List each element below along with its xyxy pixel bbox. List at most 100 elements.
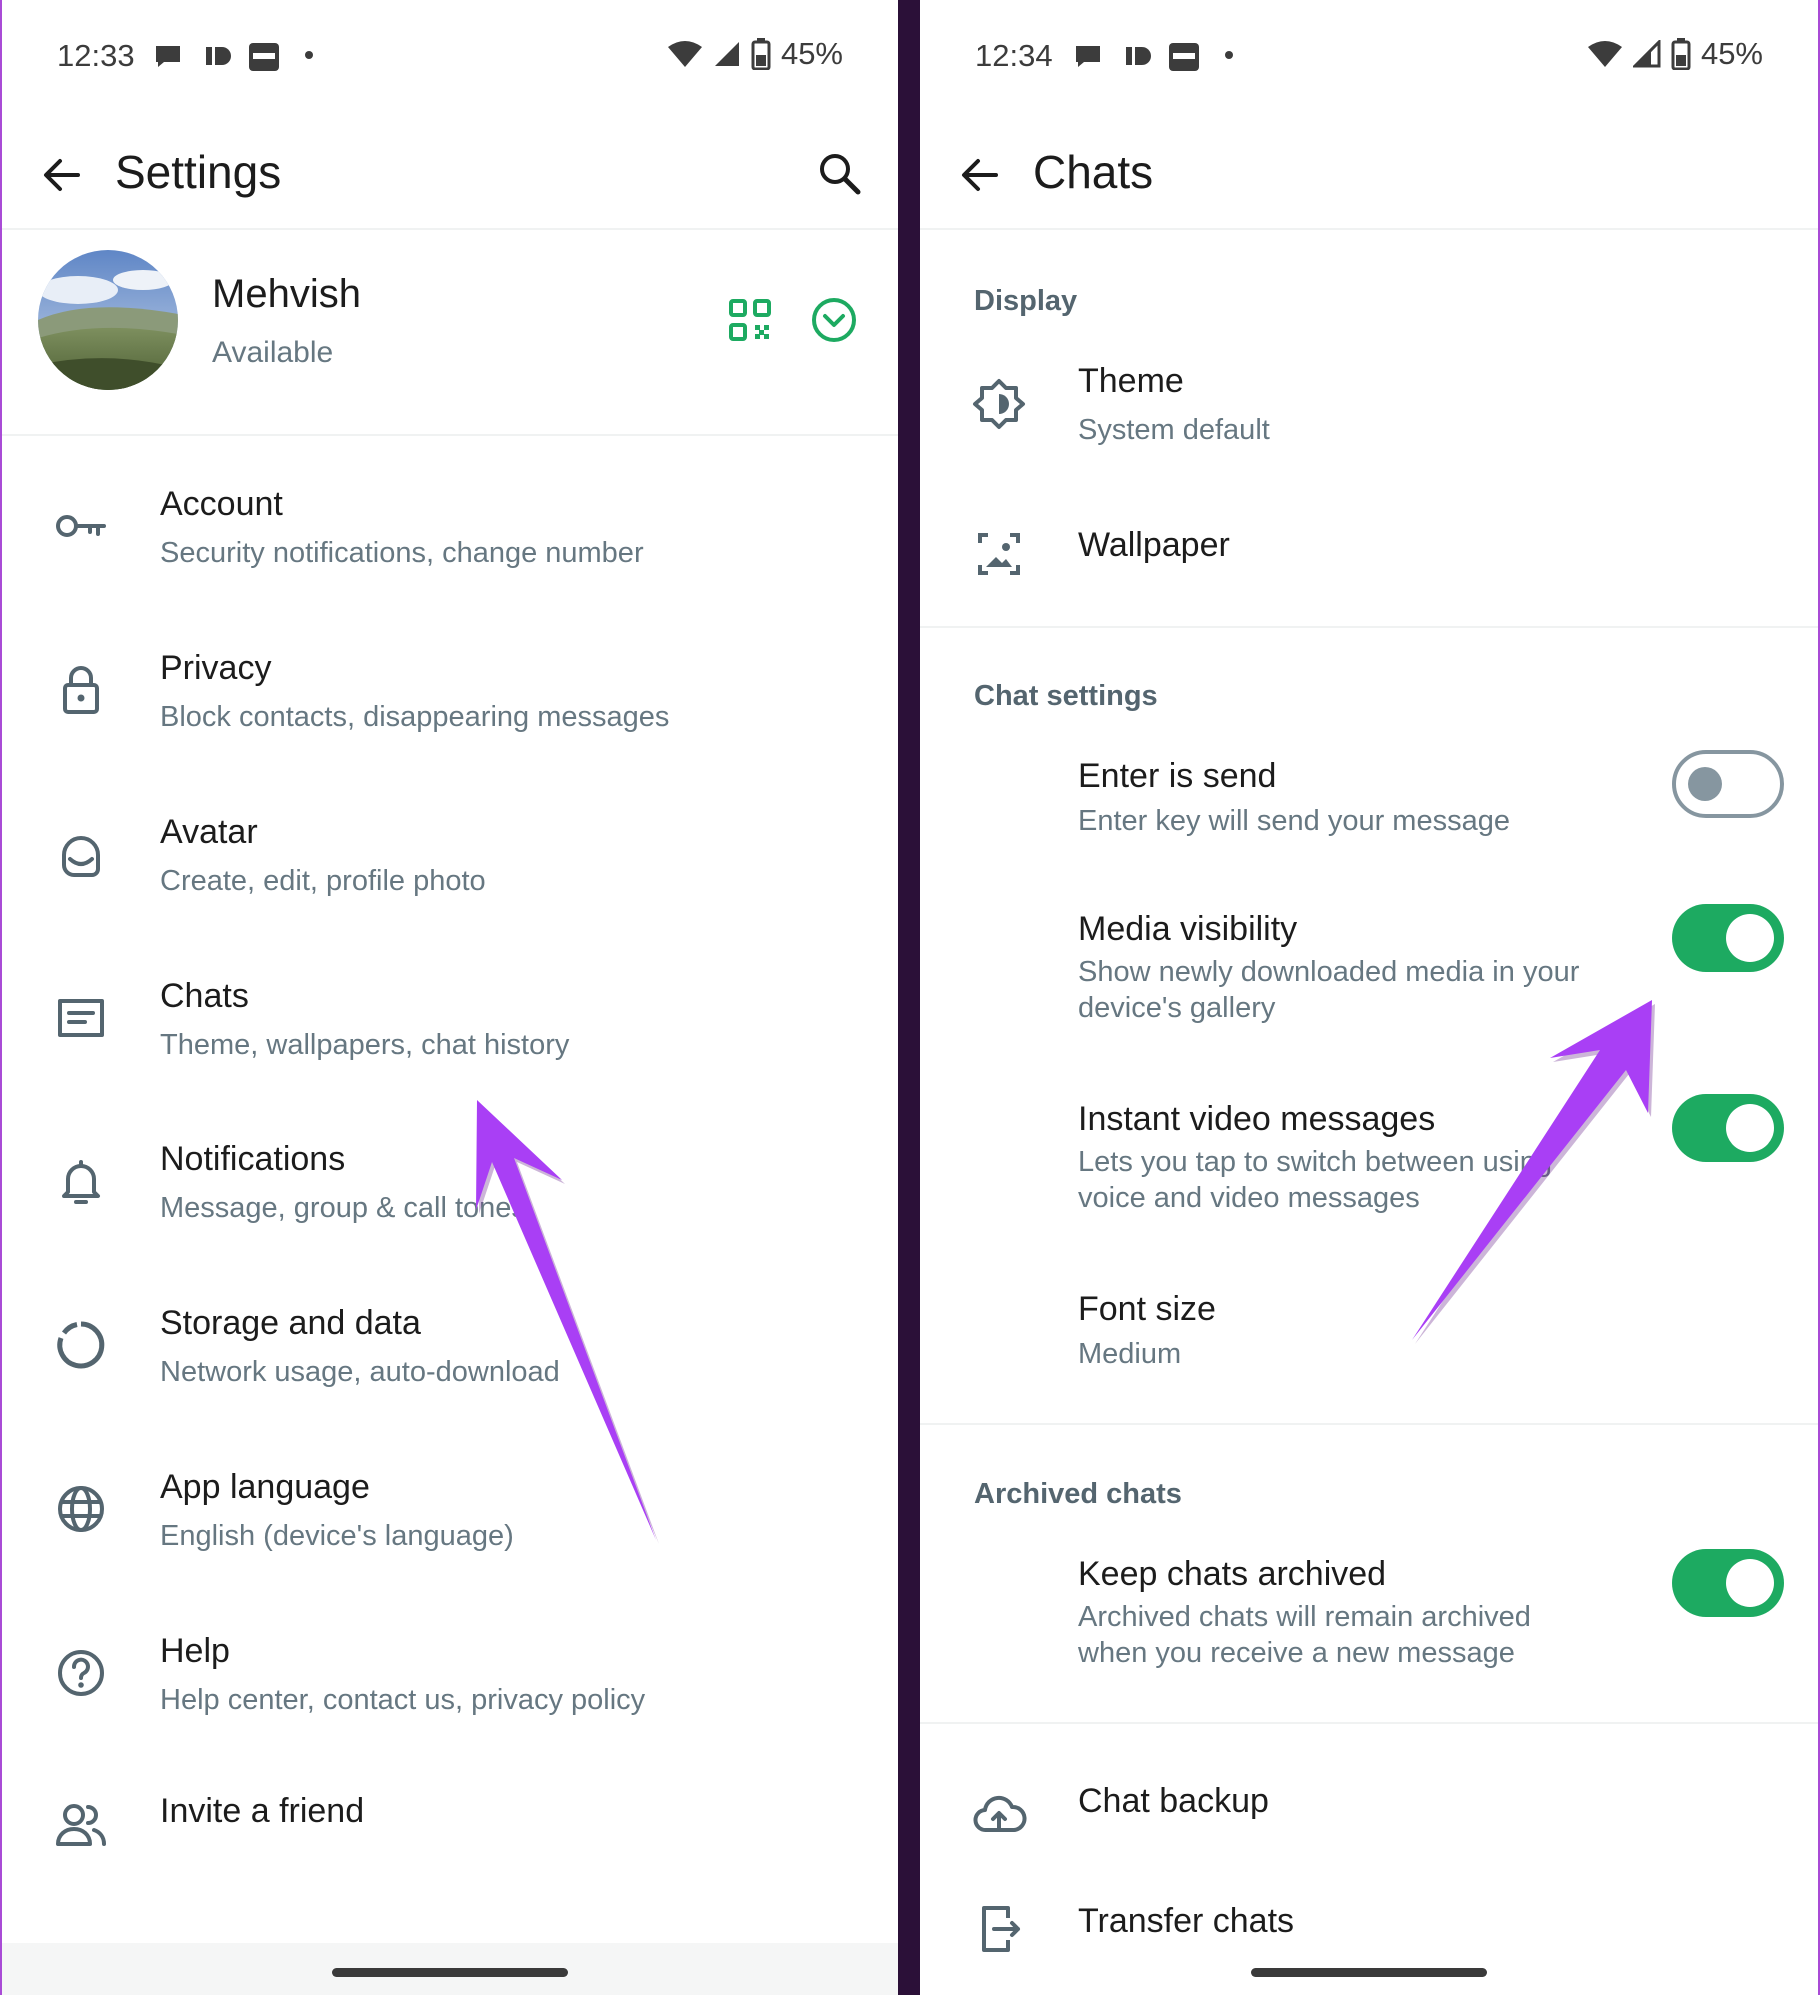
setting-title: Transfer chats xyxy=(1078,1902,1295,1940)
avatar-face-icon xyxy=(62,836,100,877)
theme-brightness-icon xyxy=(973,379,1025,429)
message-notification-icon xyxy=(1076,46,1100,67)
instant-video-toggle[interactable] xyxy=(1672,1094,1784,1162)
chat-icon xyxy=(58,999,104,1037)
setting-subtitle: System default xyxy=(1078,414,1270,446)
back-arrow-icon[interactable] xyxy=(34,147,90,203)
settings-item-title: Help xyxy=(160,1632,230,1670)
setting-subtitle: Enter key will send your message xyxy=(1078,805,1510,837)
settings-item-chats[interactable]: Chats Theme, wallpapers, chat history xyxy=(2,947,898,1097)
chats-settings-screen: 12:34 45% Chats Display Theme System def… xyxy=(920,0,1820,1995)
settings-item-subtitle: Create, edit, profile photo xyxy=(160,865,486,897)
keep-archived-toggle[interactable] xyxy=(1672,1549,1784,1617)
settings-item-subtitle: Network usage, auto-download xyxy=(160,1356,560,1388)
setting-title: Theme xyxy=(1078,362,1184,400)
toggle-knob xyxy=(1726,1104,1774,1152)
settings-item-title: Chats xyxy=(160,977,249,1015)
settings-item-title: Invite a friend xyxy=(160,1792,365,1830)
status-bar: 12:34 45% xyxy=(920,0,1818,110)
setting-keep-chats-archived[interactable]: Keep chats archived Archived chats will … xyxy=(920,1543,1818,1693)
landscape-photo xyxy=(38,250,178,390)
home-indicator[interactable] xyxy=(332,1968,568,1977)
settings-item-title: Notifications xyxy=(160,1140,346,1178)
settings-item-account[interactable]: Account Security notifications, change n… xyxy=(2,455,898,605)
setting-subtitle: Lets you tap to switch between using voi… xyxy=(1078,1146,1552,1214)
setting-title: Keep chats archived xyxy=(1078,1555,1387,1593)
settings-item-help[interactable]: Help Help center, contact us, privacy po… xyxy=(2,1602,898,1752)
status-time: 12:34 xyxy=(975,38,1053,73)
gesture-bar xyxy=(920,1943,1818,1995)
help-icon xyxy=(58,1650,104,1696)
setting-title: Media visibility xyxy=(1078,910,1298,948)
app-bar: Settings xyxy=(2,120,898,230)
paytm-icon xyxy=(249,43,279,71)
chevron-down-circle-icon[interactable] xyxy=(810,296,858,344)
wifi-icon xyxy=(1587,41,1622,67)
people-icon xyxy=(56,1804,106,1846)
wallpaper-icon xyxy=(978,533,1020,575)
settings-item-privacy[interactable]: Privacy Block contacts, disappearing mes… xyxy=(2,619,898,769)
search-icon[interactable] xyxy=(812,146,868,202)
settings-item-subtitle: Help center, contact us, privacy policy xyxy=(160,1684,646,1716)
settings-item-title: App language xyxy=(160,1468,370,1506)
message-notification-icon xyxy=(156,46,180,67)
settings-item-title: Account xyxy=(160,485,283,523)
avatar[interactable] xyxy=(38,250,178,390)
settings-item-subtitle: Block contacts, disappearing messages xyxy=(160,701,670,733)
setting-title: Wallpaper xyxy=(1078,526,1230,564)
qr-code-icon[interactable] xyxy=(728,298,772,342)
setting-enter-is-send[interactable]: Enter is send Enter key will send your m… xyxy=(920,745,1818,865)
setting-theme[interactable]: Theme System default xyxy=(920,350,1818,500)
settings-item-title: Avatar xyxy=(160,813,258,851)
back-arrow-icon[interactable] xyxy=(952,147,1008,203)
gesture-bar xyxy=(2,1943,898,1995)
settings-item-avatar[interactable]: Avatar Create, edit, profile photo xyxy=(2,783,898,933)
app-bar: Chats xyxy=(920,120,1818,230)
battery-percent: 45% xyxy=(780,36,843,71)
profile-header[interactable]: Mehvish Available xyxy=(2,232,898,436)
enter-is-send-toggle[interactable] xyxy=(1672,750,1784,818)
app-notification-icon xyxy=(206,47,231,65)
settings-item-notifications[interactable]: Notifications Message, group & call tone… xyxy=(2,1110,898,1260)
section-divider xyxy=(920,626,1818,628)
setting-font-size[interactable]: Font size Medium xyxy=(920,1278,1818,1398)
section-heading-chat-settings: Chat settings xyxy=(974,680,1158,712)
setting-instant-video-messages[interactable]: Instant video messages Lets you tap to s… xyxy=(920,1088,1818,1238)
lock-icon xyxy=(63,666,99,714)
setting-title: Instant video messages xyxy=(1078,1100,1436,1138)
profile-name: Mehvish xyxy=(212,272,361,316)
globe-icon xyxy=(58,1486,104,1532)
settings-item-app-language[interactable]: App language English (device's language) xyxy=(2,1438,898,1588)
key-icon xyxy=(56,515,106,537)
page-title: Chats xyxy=(1033,146,1154,198)
setting-subtitle: Medium xyxy=(1078,1338,1182,1370)
setting-subtitle: Archived chats will remain archived when… xyxy=(1078,1601,1531,1669)
setting-title: Enter is send xyxy=(1078,757,1277,795)
section-heading-archived-chats: Archived chats xyxy=(974,1478,1182,1510)
toggle-knob xyxy=(1726,914,1774,962)
bell-icon xyxy=(62,1160,100,1204)
battery-icon xyxy=(1671,38,1691,70)
more-notifications-dot-icon xyxy=(305,51,313,59)
setting-chat-backup[interactable]: Chat backup xyxy=(920,1770,1818,1870)
status-bar: 12:33 45% xyxy=(2,0,898,110)
section-divider xyxy=(920,1423,1818,1425)
settings-item-subtitle: Theme, wallpapers, chat history xyxy=(160,1029,570,1061)
more-notifications-dot-icon xyxy=(1225,51,1233,59)
cellular-signal-icon xyxy=(1632,40,1661,68)
setting-title: Chat backup xyxy=(1078,1782,1269,1820)
settings-item-storage[interactable]: Storage and data Network usage, auto-dow… xyxy=(2,1274,898,1424)
wifi-icon xyxy=(667,41,702,67)
setting-title: Font size xyxy=(1078,1290,1216,1328)
battery-icon xyxy=(751,38,771,70)
media-visibility-toggle[interactable] xyxy=(1672,904,1784,972)
setting-media-visibility[interactable]: Media visibility Show newly downloaded m… xyxy=(920,898,1818,1048)
settings-item-title: Storage and data xyxy=(160,1304,421,1342)
setting-subtitle: Show newly downloaded media in your devi… xyxy=(1078,956,1580,1024)
settings-item-invite[interactable]: Invite a friend xyxy=(2,1766,898,1916)
home-indicator[interactable] xyxy=(1251,1968,1487,1977)
setting-wallpaper[interactable]: Wallpaper xyxy=(920,510,1818,660)
cellular-signal-icon xyxy=(714,42,739,66)
page-title: Settings xyxy=(115,146,282,198)
settings-screen: 12:33 45% Settings Mehvish Available Acc… xyxy=(0,0,898,1995)
